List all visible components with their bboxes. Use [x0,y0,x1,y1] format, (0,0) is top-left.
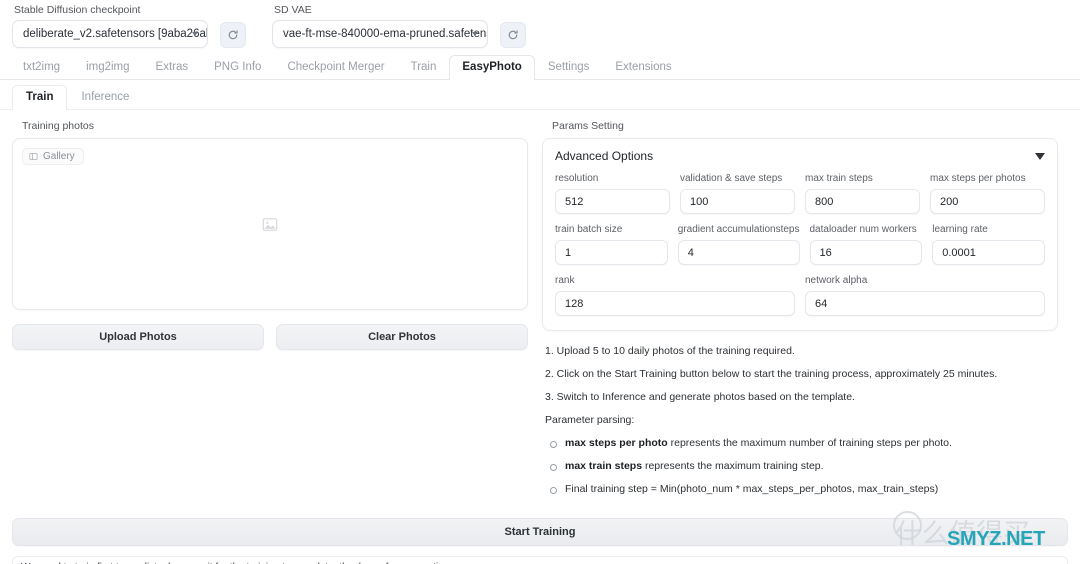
refresh-icon [228,30,238,40]
parameter-parsing-heading: Parameter parsing: [545,414,635,426]
params-setting-column: Params Setting Advanced Options resoluti… [542,120,1058,506]
field-validation-save-steps: validation & save steps 100 [680,173,795,214]
instruction-step-3: 3. Switch to Inference and generate phot… [545,391,855,403]
tab-img2img[interactable]: img2img [73,55,142,80]
tab-txt2img[interactable]: txt2img [10,55,73,80]
chevron-down-icon[interactable] [1035,152,1045,160]
clear-photos-button[interactable]: Clear Photos [276,324,528,350]
field-label: learning rate [932,224,988,235]
checkpoint-field-group: Stable Diffusion checkpoint deliberate_v… [12,4,208,48]
field-train-batch-size: train batch size 1 [555,224,668,265]
vae-label: SD VAE [274,4,312,16]
checkpoint-value: deliberate_v2.safetensors [9aba26abdf] [23,28,208,40]
tab-settings[interactable]: Settings [535,55,603,80]
tab-extras[interactable]: Extras [143,55,202,80]
start-training-wrap: Start Training [0,518,1080,546]
bullet-text: Final training step = Min(photo_num * ma… [565,483,939,495]
field-max-steps-per-photos: max steps per photos 200 [930,173,1045,214]
bullet-term: max steps per photo [565,437,668,449]
field-label: resolution [555,173,599,184]
field-label: max steps per photos [930,173,1026,184]
instruction-step-1: 1. Upload 5 to 10 daily photos of the tr… [545,345,795,357]
field-label: rank [555,275,575,286]
refresh-vae-button[interactable] [500,22,526,48]
gallery-icon [29,153,38,160]
chevron-down-icon [192,32,198,36]
field-label: validation & save steps [680,173,783,184]
bullet-text: represents the maximum training step. [642,460,824,472]
tab-train[interactable]: Train [398,55,450,80]
max-train-steps-input[interactable]: 800 [805,189,920,214]
image-placeholder-icon [262,216,279,238]
checkpoint-label: Stable Diffusion checkpoint [14,4,141,16]
field-label: train batch size [555,224,623,235]
train-panel: Training photos Gallery Upload Photos Cl… [0,110,1080,506]
field-resolution: resolution 512 [555,173,670,214]
max-steps-per-photos-input[interactable]: 200 [930,189,1045,214]
easyphoto-sub-tab-bar: Train Inference [0,80,1080,110]
tab-png-info[interactable]: PNG Info [201,55,274,80]
list-item: max steps per photo represents the maxim… [549,437,1058,449]
list-item: Final training step = Min(photo_num * ma… [549,483,1058,495]
refresh-icon [508,30,518,40]
network-alpha-input[interactable]: 64 [805,291,1045,316]
field-label: dataloader num workers [809,224,917,235]
start-training-button[interactable]: Start Training [12,518,1068,546]
subtab-inference[interactable]: Inference [67,85,143,110]
dataloader-num-workers-input[interactable]: 16 [809,240,923,265]
validation-save-steps-input[interactable]: 100 [680,189,795,214]
params-row-3: rank 128 network alpha 64 [555,275,1045,316]
field-dataloader-num-workers: dataloader num workers 16 [809,224,923,265]
advanced-options-title: Advanced Options [555,149,654,163]
checkpoint-select[interactable]: deliberate_v2.safetensors [9aba26abdf] [12,20,208,48]
advanced-options-card: Advanced Options resolution 512 validati… [542,138,1058,331]
instructions-block: 1. Upload 5 to 10 daily photos of the tr… [542,345,1058,495]
subtab-train[interactable]: Train [12,85,68,110]
tab-easyphoto[interactable]: EasyPhoto [449,55,535,80]
field-label: gradient accumulationsteps [677,224,800,235]
tab-extensions[interactable]: Extensions [602,55,684,80]
photo-actions-row: Upload Photos Clear Photos [12,324,528,350]
params-row-1: resolution 512 validation & save steps 1… [555,173,1045,214]
vae-select[interactable]: vae-ft-mse-840000-ema-pruned.safetensors [272,20,488,48]
training-photos-column: Training photos Gallery Upload Photos Cl… [12,120,528,506]
resolution-input[interactable]: 512 [555,189,670,214]
parameter-parsing-list: max steps per photo represents the maxim… [542,437,1058,495]
field-label: max train steps [805,173,873,184]
params-setting-label: Params Setting [552,120,624,132]
refresh-checkpoint-button[interactable] [220,22,246,48]
status-bar: We need to train first to predict, pleas… [12,556,1068,564]
upload-photos-button[interactable]: Upload Photos [12,324,264,350]
field-rank: rank 128 [555,275,795,316]
easyphoto-app-window: Stable Diffusion checkpoint deliberate_v… [0,0,1080,564]
field-max-train-steps: max train steps 800 [805,173,920,214]
gallery-chip: Gallery [22,148,84,165]
main-tab-bar: txt2img img2img Extras PNG Info Checkpoi… [0,54,1080,80]
instruction-step-2: 2. Click on the Start Training button be… [545,368,998,380]
gallery-chip-label: Gallery [43,151,75,162]
params-row-2: train batch size 1 gradient accumulation… [555,224,1045,265]
chevron-down-icon [472,32,478,36]
field-network-alpha: network alpha 64 [805,275,1045,316]
list-item: max train steps represents the maximum t… [549,460,1058,472]
field-label: network alpha [805,275,868,286]
field-gradient-accumulationsteps: gradient accumulationsteps 4 [677,224,800,265]
vae-value: vae-ft-mse-840000-ema-pruned.safetensors [283,28,488,40]
bullet-term: max train steps [565,460,643,472]
rank-input[interactable]: 128 [555,291,795,316]
training-photos-label: Training photos [22,120,94,132]
advanced-options-header[interactable]: Advanced Options [555,149,1045,163]
train-batch-size-input[interactable]: 1 [555,240,668,265]
field-learning-rate: learning rate 0.0001 [932,224,1045,265]
checkpoint-toolbar: Stable Diffusion checkpoint deliberate_v… [0,0,1080,54]
tab-checkpoint-merger[interactable]: Checkpoint Merger [274,55,397,80]
training-photos-gallery[interactable]: Gallery [12,138,528,310]
vae-field-group: SD VAE vae-ft-mse-840000-ema-pruned.safe… [272,4,488,48]
bullet-text: represents the maximum number of trainin… [667,437,952,449]
learning-rate-input[interactable]: 0.0001 [932,240,1045,265]
gradient-accumulationsteps-input[interactable]: 4 [677,240,800,265]
